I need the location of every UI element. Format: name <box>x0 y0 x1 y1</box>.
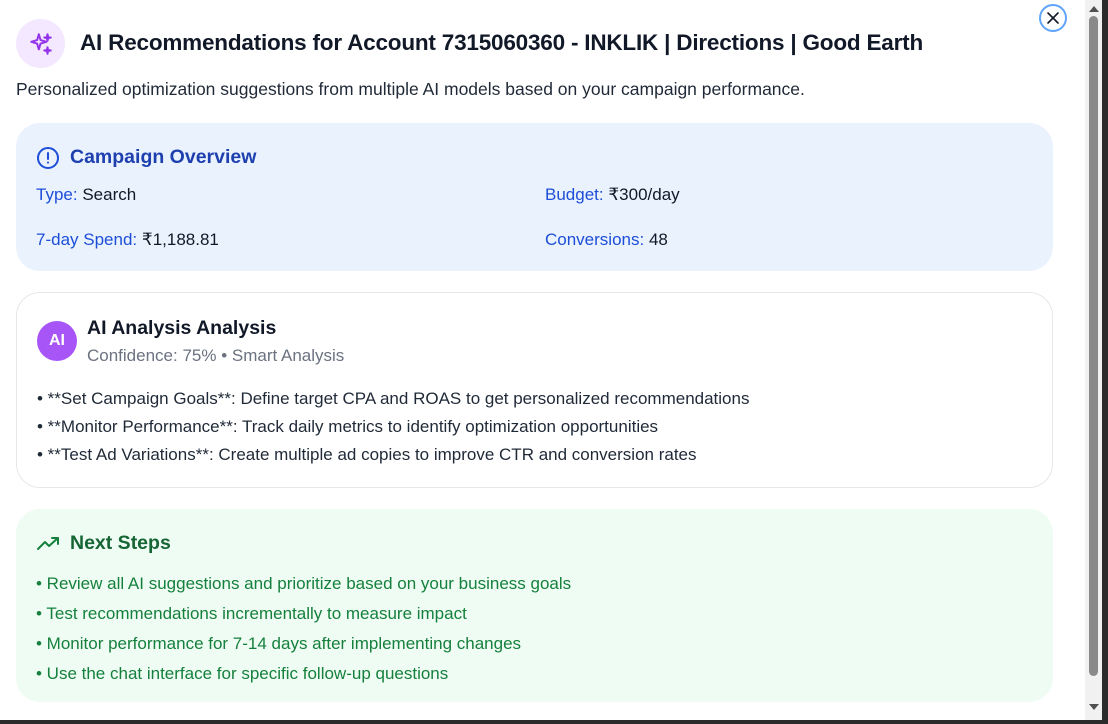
window-edge <box>0 720 1108 724</box>
dialog-subtitle: Personalized optimization suggestions fr… <box>16 79 805 99</box>
next-step-item: • Monitor performance for 7-14 days afte… <box>36 634 522 653</box>
analysis-meta: Confidence: 75% • Smart Analysis <box>87 346 345 365</box>
vertical-scrollbar[interactable] <box>1085 0 1102 720</box>
scroll-thumb[interactable] <box>1089 16 1098 676</box>
overview-type-value: Search <box>82 185 137 204</box>
analysis-item: • **Set Campaign Goals**: Define target … <box>37 389 750 408</box>
info-circle-icon <box>36 146 60 175</box>
trending-up-icon <box>36 532 60 561</box>
campaign-overview-title: Campaign Overview <box>70 146 257 168</box>
analysis-item: • **Test Ad Variations**: Create multipl… <box>37 445 697 464</box>
sparkles-icon <box>16 19 65 68</box>
next-steps-list: • Review all AI suggestions and prioriti… <box>36 569 571 689</box>
dialog-title: AI Recommendations for Account 731506036… <box>80 30 923 55</box>
next-step-item: • Test recommendations incrementally to … <box>36 604 467 623</box>
next-step-item: • Use the chat interface for specific fo… <box>36 664 449 683</box>
overview-spend-value: ₹1,188.81 <box>141 230 219 249</box>
recommendations-dialog: AI Recommendations for Account 731506036… <box>0 0 1085 720</box>
overview-conversions-label: Conversions: <box>545 230 645 249</box>
scroll-down-arrow[interactable] <box>1089 704 1099 710</box>
next-steps-card: Next Steps • Review all AI suggestions a… <box>16 509 1053 702</box>
campaign-overview-card: Campaign Overview Type: Search Budget: ₹… <box>16 123 1053 271</box>
next-step-item: • Review all AI suggestions and prioriti… <box>36 574 572 593</box>
close-icon <box>1047 12 1059 24</box>
close-button[interactable] <box>1039 4 1067 32</box>
scroll-up-arrow[interactable] <box>1089 6 1099 12</box>
overview-budget-value: ₹300/day <box>608 185 680 204</box>
overview-conversions-value: 48 <box>648 230 668 249</box>
overview-spend-label: 7-day Spend: <box>36 230 138 249</box>
ai-analysis-card: AI AI Analysis Analysis Confidence: 75% … <box>16 292 1053 488</box>
next-steps-title: Next Steps <box>70 532 171 554</box>
overview-conversions: Conversions: 48 <box>545 230 668 250</box>
window-edge <box>1102 0 1108 724</box>
overview-type: Type: Search <box>36 185 136 205</box>
analysis-title: AI Analysis Analysis <box>87 317 277 339</box>
overview-budget-label: Budget: <box>545 185 604 204</box>
overview-type-label: Type: <box>36 185 78 204</box>
analysis-item: • **Monitor Performance**: Track daily m… <box>37 417 659 436</box>
analysis-list: • **Set Campaign Goals**: Define target … <box>37 385 749 469</box>
overview-spend: 7-day Spend: ₹1,188.81 <box>36 230 219 250</box>
ai-avatar: AI <box>37 321 77 361</box>
overview-budget: Budget: ₹300/day <box>545 185 680 205</box>
